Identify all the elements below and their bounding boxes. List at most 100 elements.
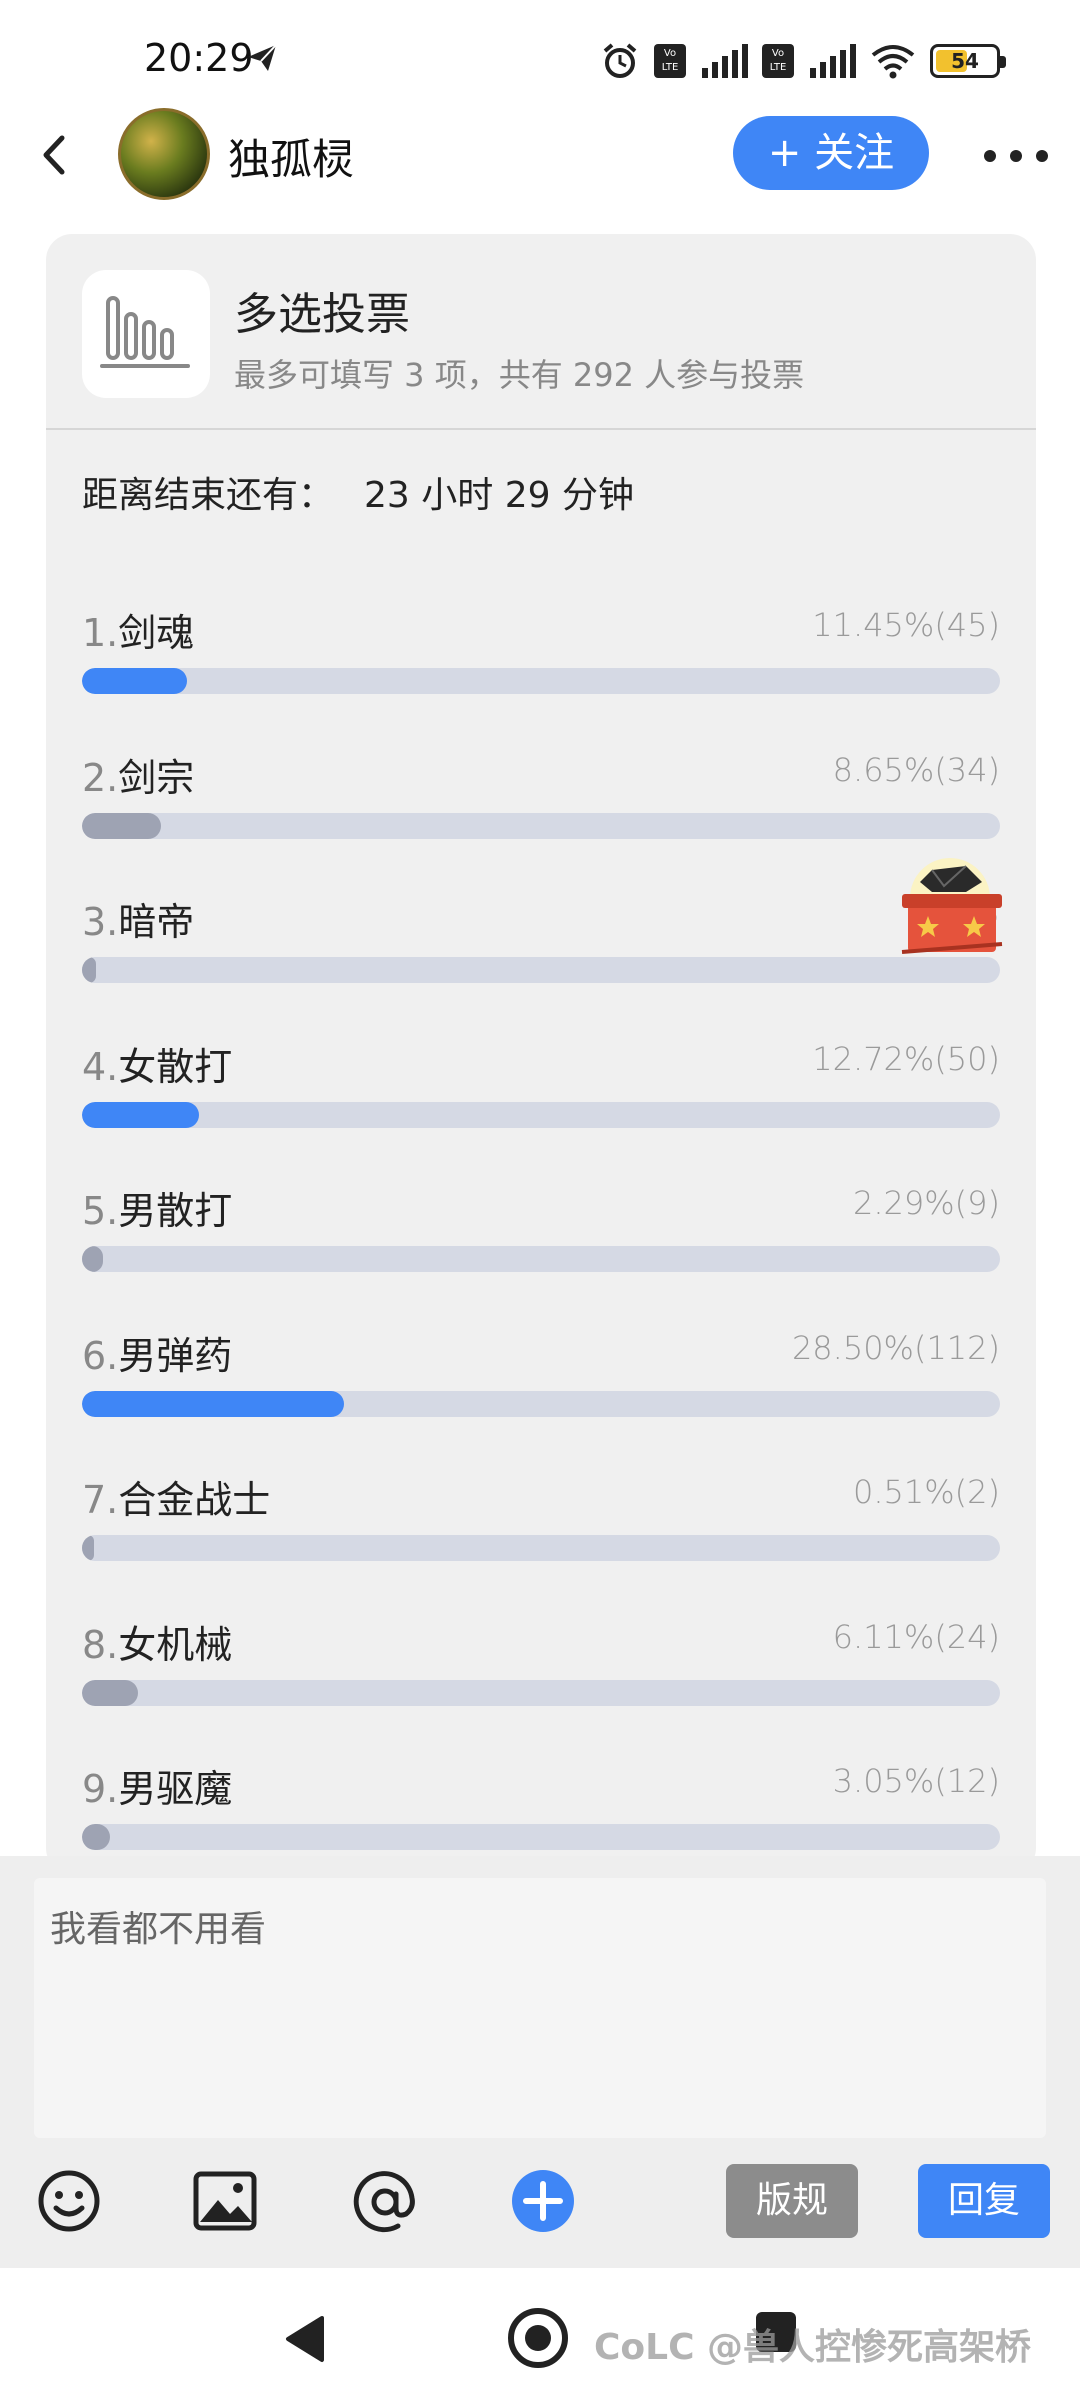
option-percentage: 8.65%(34) (832, 751, 1000, 789)
option-bar-track (82, 1824, 1000, 1850)
reply-button[interactable]: 回复 (918, 2164, 1050, 2238)
option-bar-track (82, 1246, 1000, 1272)
option-name: 暗帝 (118, 900, 195, 944)
battery-text: 54 (951, 49, 979, 73)
post-header: 独孤棂 + 关注 (0, 100, 1080, 210)
send-icon (248, 44, 277, 71)
option-bar-fill (82, 957, 96, 983)
option-index: 1. (82, 611, 119, 655)
poll-option[interactable]: 1.剑魂 11.45%(45) (82, 602, 1000, 732)
option-label: 6.男弹药 (82, 1325, 232, 1380)
option-index: 8. (82, 1623, 119, 1667)
option-index: 5. (82, 1189, 119, 1233)
option-bar-fill (82, 1680, 138, 1706)
more-icon[interactable] (984, 150, 1048, 162)
rules-button[interactable]: 版规 (726, 2164, 858, 2238)
poll-icon (82, 270, 210, 398)
option-index: 7. (82, 1478, 119, 1522)
option-bar-track (82, 1102, 1000, 1128)
follow-button[interactable]: + 关注 (733, 116, 929, 190)
countdown-label: 距离结束还有： (82, 475, 335, 516)
status-bar: 20:29 Vo LTE Vo LTE 54 (0, 0, 1080, 110)
option-label: 9.男驱魔 (82, 1758, 232, 1813)
option-index: 9. (82, 1767, 119, 1811)
poll-subtitle: 最多可填写 3 项，共有 292 人参与投票 (234, 356, 805, 394)
emoji-icon[interactable] (34, 2166, 104, 2236)
poll-header: 多选投票 最多可填写 3 项，共有 292 人参与投票 (46, 234, 1036, 430)
option-percentage: 2.29%(9) (853, 1184, 1000, 1222)
bar-chart-icon (100, 296, 190, 368)
battery-icon: 54 (930, 44, 1006, 78)
back-icon[interactable] (30, 130, 80, 180)
avatar[interactable] (118, 108, 210, 200)
option-bar-track (82, 957, 1000, 983)
option-index: 6. (82, 1334, 119, 1378)
option-name: 剑宗 (118, 756, 195, 800)
poll-option[interactable]: 7.合金战士 0.51%(2) (82, 1469, 1000, 1599)
option-percentage: 11.45%(45) (812, 606, 1000, 644)
status-time: 20:29 (144, 36, 254, 80)
countdown-value: 23 小时 29 分钟 (364, 475, 634, 516)
signal-icon (702, 44, 748, 78)
option-percentage: 6.11%(24) (832, 1618, 1000, 1656)
alarm-icon (603, 43, 637, 78)
volte-icon: Vo LTE (654, 44, 686, 78)
at-icon[interactable] (350, 2166, 420, 2236)
poll-option[interactable]: 5.男散打 2.29%(9) (82, 1180, 1000, 1310)
status-icons: Vo LTE Vo LTE 54 (600, 36, 1006, 86)
option-bar-fill (82, 1102, 199, 1128)
option-bar-fill (82, 813, 161, 839)
poll-card: 多选投票 最多可填写 3 项，共有 292 人参与投票 距离结束还有： 23 小时… (46, 234, 1036, 1874)
option-name: 合金战士 (118, 1478, 271, 1522)
option-bar-track (82, 1680, 1000, 1706)
poll-countdown: 距离结束还有： 23 小时 29 分钟 (82, 466, 634, 518)
option-label: 3.暗帝 (82, 891, 194, 946)
username[interactable]: 独孤棂 (228, 126, 354, 187)
option-bar-track (82, 1391, 1000, 1417)
poll-option[interactable]: 2.剑宗 8.65%(34) (82, 747, 1000, 877)
option-index: 2. (82, 756, 119, 800)
nav-back-icon[interactable] (282, 2314, 326, 2364)
option-name: 剑魂 (118, 611, 195, 655)
watermark: CoLC @兽人控惨死高架桥 (594, 2327, 1032, 2368)
option-bar-fill (82, 1246, 103, 1272)
option-label: 4.女散打 (82, 1036, 232, 1091)
reply-panel: 我看都不用看 版规 回复 (0, 1856, 1080, 2268)
nav-home-icon[interactable] (508, 2308, 568, 2368)
image-icon[interactable] (190, 2166, 260, 2236)
option-name: 男散打 (118, 1189, 233, 1233)
option-percentage: 28.50%(112) (791, 1329, 1000, 1367)
option-label: 7.合金战士 (82, 1469, 270, 1524)
gift-box-icon[interactable] (892, 852, 1012, 972)
option-bar-fill (82, 1824, 110, 1850)
poll-option[interactable]: 8.女机械 6.11%(24) (82, 1614, 1000, 1744)
option-bar-fill (82, 1535, 94, 1561)
option-name: 男弹药 (118, 1334, 233, 1378)
option-name: 男驱魔 (118, 1767, 233, 1811)
option-percentage: 12.72%(50) (812, 1040, 1000, 1078)
option-bar-track (82, 668, 1000, 694)
poll-option[interactable]: 6.男弹药 28.50%(112) (82, 1325, 1000, 1455)
wifi-icon (871, 45, 915, 79)
option-label: 5.男散打 (82, 1180, 232, 1235)
reply-input[interactable]: 我看都不用看 (34, 1878, 1046, 2138)
option-index: 3. (82, 900, 119, 944)
signal-icon (810, 44, 856, 78)
option-bar-track (82, 813, 1000, 839)
volte-icon: Vo LTE (762, 44, 794, 78)
option-percentage: 0.51%(2) (853, 1473, 1000, 1511)
option-bar-fill (82, 668, 187, 694)
option-name: 女机械 (118, 1623, 233, 1667)
system-nav-bar: CoLC @兽人控惨死高架桥 (0, 2268, 1080, 2400)
poll-option[interactable]: 3.暗帝1.5 (82, 891, 1000, 1021)
option-label: 8.女机械 (82, 1614, 232, 1669)
option-label: 2.剑宗 (82, 747, 194, 802)
option-label: 1.剑魂 (82, 602, 194, 657)
add-icon[interactable] (508, 2166, 578, 2236)
option-bar-track (82, 1535, 1000, 1561)
option-percentage: 3.05%(12) (832, 1762, 1000, 1800)
poll-title: 多选投票 (234, 289, 410, 340)
poll-option[interactable]: 4.女散打 12.72%(50) (82, 1036, 1000, 1166)
option-name: 女散打 (118, 1045, 233, 1089)
option-index: 4. (82, 1045, 119, 1089)
